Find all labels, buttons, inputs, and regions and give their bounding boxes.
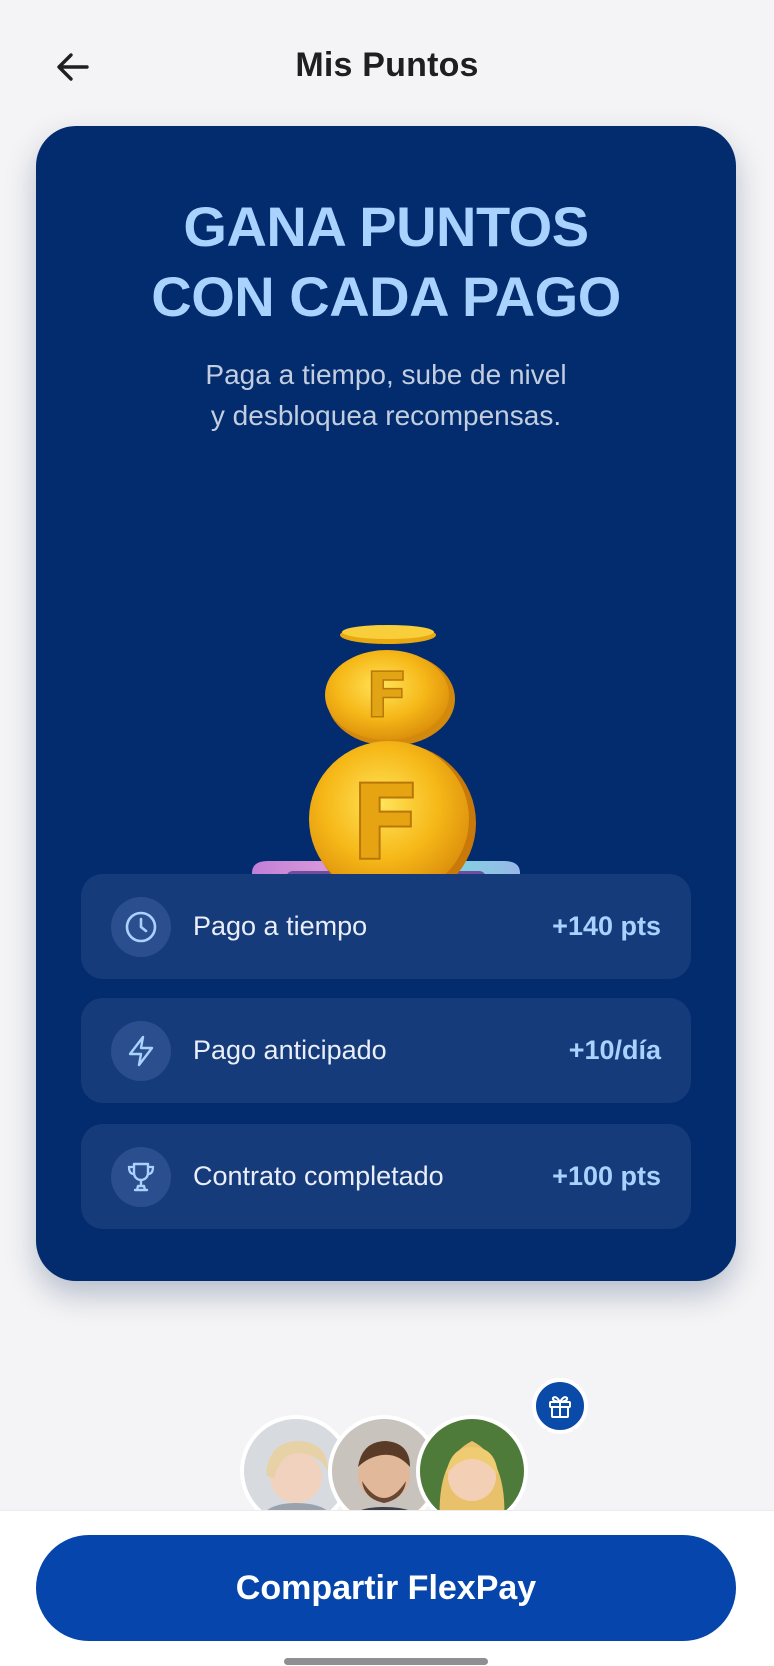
reward-row-on-time: Pago a tiempo +140 pts — [81, 874, 691, 979]
small-coin-letter: F — [366, 659, 408, 732]
page-title: Mis Puntos — [295, 46, 479, 84]
clock-icon — [125, 911, 157, 942]
reward-label: Pago anticipado — [193, 1035, 387, 1065]
top-bar: Mis Puntos — [0, 0, 774, 130]
referral-gift-badge[interactable] — [532, 1378, 588, 1434]
reward-label: Contrato completado — [193, 1161, 444, 1191]
reward-value: +140 pts — [552, 911, 661, 941]
subtitle-line-2: y desbloquea recompensas. — [210, 400, 562, 431]
home-indicator — [284, 1658, 488, 1665]
points-card: GANA PUNTOS CON CADA PAGO Paga a tiempo,… — [36, 126, 736, 1281]
hero-subtitle: Paga a tiempo, sube de nivel y desbloque… — [36, 354, 736, 436]
headline-line-1: GANA PUNTOS — [183, 195, 589, 258]
trophy-icon — [127, 1162, 155, 1191]
big-coin-letter: F — [350, 762, 421, 884]
bottom-action-bar: Compartir FlexPay — [0, 1510, 774, 1666]
reward-label: Pago a tiempo — [193, 911, 368, 941]
reward-row-early: Pago anticipado +10/día — [81, 998, 691, 1103]
reward-value: +100 pts — [552, 1161, 661, 1191]
reward-value: +10/día — [568, 1035, 661, 1065]
headline-line-2: CON CADA PAGO — [151, 265, 621, 328]
hero-headline: GANA PUNTOS CON CADA PAGO — [36, 192, 736, 332]
gift-icon — [549, 1396, 571, 1418]
share-flexpay-button[interactable]: Compartir FlexPay — [36, 1535, 736, 1641]
subtitle-line-1: Paga a tiempo, sube de nivel — [205, 359, 567, 390]
reward-row-contract: Contrato completado +100 pts — [81, 1124, 691, 1229]
referral-avatars — [240, 1415, 540, 1527]
lightning-icon — [128, 1035, 154, 1066]
